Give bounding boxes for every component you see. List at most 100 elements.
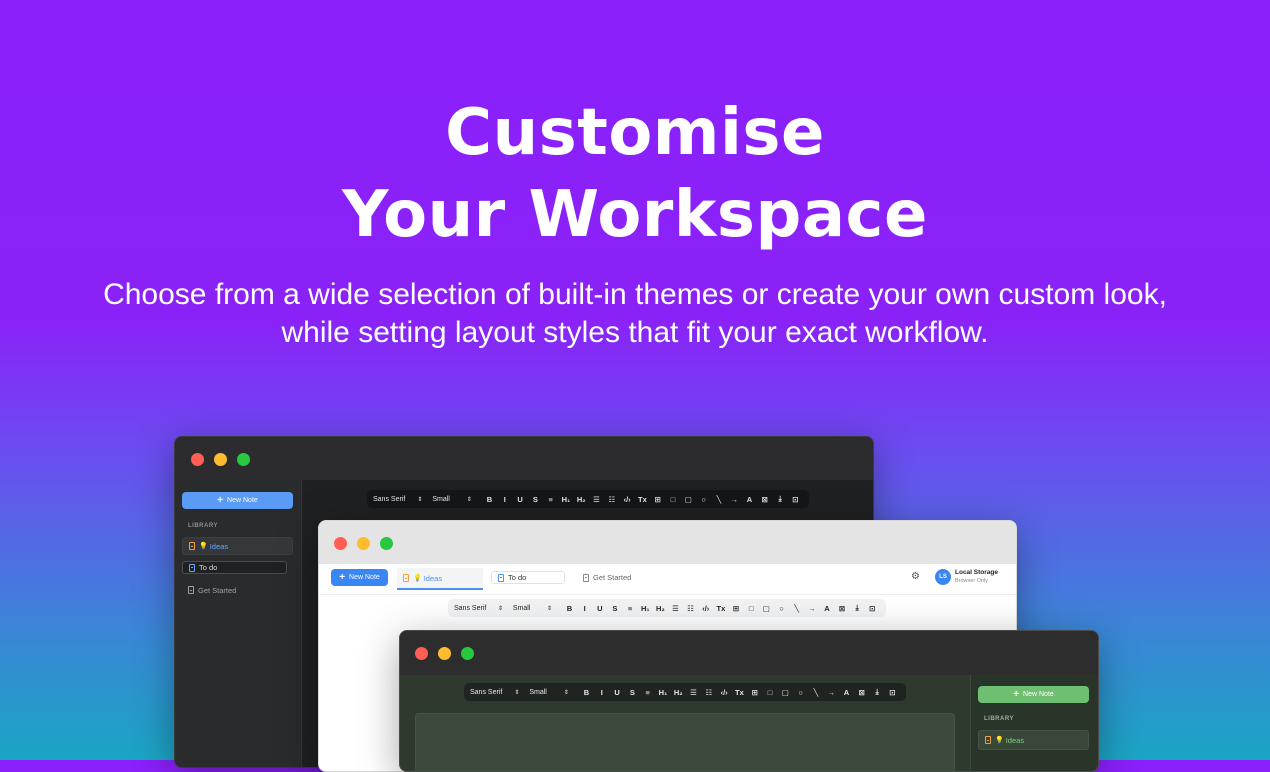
toolbar-tool-icon[interactable]: B — [562, 604, 577, 613]
font-size-select[interactable]: Small ⇕ — [513, 605, 552, 612]
toolbar-tool-icon[interactable]: ⊠ — [834, 604, 849, 613]
toolbar-tool-icon[interactable]: → — [804, 604, 819, 613]
toolbar-tool-icon[interactable]: A — [742, 495, 757, 504]
toolbar-tool-icon[interactable]: ╲ — [711, 495, 726, 504]
tab-get-started[interactable]: Get Started — [577, 571, 657, 584]
tab-label: Get Started — [593, 573, 632, 582]
toolbar-tool-icon[interactable]: □ — [762, 688, 777, 697]
toolbar-tool-icon[interactable]: ⊡ — [885, 688, 900, 697]
toolbar-tool-icon[interactable]: H₂ — [671, 688, 686, 697]
tab-to-do[interactable]: To do — [491, 571, 565, 584]
toolbar-tool-icon[interactable]: → — [824, 688, 839, 697]
toolbar-tool-icon[interactable]: ○ — [793, 688, 808, 697]
toolbar-tool-icon[interactable]: S — [528, 495, 543, 504]
toolbar-tool-icon[interactable]: A — [819, 604, 834, 613]
toolbar-tool-icon[interactable]: ≡ — [543, 495, 558, 504]
green-sidebar-item-ideas[interactable]: 💡 Ideas — [978, 730, 1089, 750]
toolbar-tool-icon[interactable]: ▢ — [759, 604, 774, 613]
toolbar-tool-icon[interactable]: ⤓ — [772, 494, 787, 504]
toolbar-tool-icon[interactable]: ‹/› — [698, 604, 713, 613]
file-icon — [188, 586, 194, 594]
toolbar-tool-icon[interactable]: ⊞ — [650, 495, 665, 504]
plus-icon: + — [1013, 689, 1020, 700]
settings-gear-icon[interactable]: ⚙ — [911, 571, 920, 582]
toolbar-tool-icon[interactable]: ⊡ — [788, 495, 803, 504]
toolbar-tool-icon[interactable]: B — [579, 688, 594, 697]
maximize-window-button[interactable] — [237, 453, 250, 466]
toolbar-tool-icon[interactable]: ‹/› — [716, 688, 731, 697]
file-icon — [403, 574, 409, 582]
dark-sidebar-item-to-do[interactable]: To do — [182, 561, 287, 574]
close-window-button[interactable] — [334, 537, 347, 550]
font-size-select[interactable]: Small ⇕ — [529, 689, 568, 696]
tab-ideas[interactable]: 💡 Ideas — [397, 568, 483, 590]
toolbar-tool-icon[interactable]: ⊞ — [728, 604, 743, 613]
toolbar-tool-icon[interactable]: ☰ — [686, 688, 701, 697]
font-family-select[interactable]: Sans Serif ⇕ — [454, 605, 503, 612]
tab-label: Ideas — [423, 573, 443, 583]
toolbar-tool-icon[interactable]: ☷ — [604, 495, 619, 504]
toolbar-tool-icon[interactable]: ⤓ — [869, 687, 884, 697]
light-new-note-button[interactable]: + New Note — [331, 569, 388, 586]
font-family-select[interactable]: Sans Serif ⇕ — [470, 689, 519, 696]
toolbar-tool-icon[interactable]: ⤓ — [850, 603, 865, 613]
toolbar-tool-icon[interactable]: ○ — [774, 604, 789, 613]
toolbar-tool-icon[interactable]: ☰ — [668, 604, 683, 613]
toolbar-tool-icon[interactable]: ⊡ — [865, 604, 880, 613]
storage-subtitle: Browser Only — [955, 578, 989, 584]
toolbar-tool-icon[interactable]: I — [497, 495, 512, 504]
avatar[interactable]: LS — [935, 569, 951, 585]
toolbar-tool-icon[interactable]: ‹/› — [619, 495, 634, 504]
toolbar-tool-icon[interactable]: ☷ — [683, 604, 698, 613]
toolbar-tool-icon[interactable]: ⊠ — [854, 688, 869, 697]
toolbar-tool-icon[interactable]: H₂ — [653, 604, 668, 613]
toolbar-tool-icon[interactable]: ○ — [696, 495, 711, 504]
toolbar-tool-icon[interactable]: □ — [665, 495, 680, 504]
dark-new-note-button[interactable]: + New Note — [182, 492, 293, 509]
toolbar-tool-icon[interactable]: ▢ — [681, 495, 696, 504]
toolbar-tool-icon[interactable]: U — [592, 604, 607, 613]
toolbar-tool-icon[interactable]: Tx — [713, 604, 728, 613]
toolbar-tool-icon[interactable]: Tx — [635, 495, 650, 504]
hero-title-line-2: Your Workspace — [342, 178, 928, 252]
toolbar-tool-icon[interactable]: ☰ — [589, 495, 604, 504]
toolbar-tool-icon[interactable]: Tx — [732, 688, 747, 697]
dark-sidebar-item-get-started[interactable]: Get Started — [182, 583, 293, 597]
minimize-window-button[interactable] — [214, 453, 227, 466]
font-family-select[interactable]: Sans Serif ⇕ — [373, 496, 422, 503]
green-new-note-button[interactable]: + New Note — [978, 686, 1089, 703]
minimize-window-button[interactable] — [438, 647, 451, 660]
dark-sidebar-item-ideas[interactable]: 💡 Ideas — [182, 537, 293, 555]
toolbar-tool-icon[interactable]: ⊠ — [757, 495, 772, 504]
minimize-window-button[interactable] — [357, 537, 370, 550]
toolbar-tool-icon[interactable]: B — [482, 495, 497, 504]
toolbar-tool-icon[interactable]: ╲ — [789, 604, 804, 613]
toolbar-tool-icon[interactable]: ≡ — [623, 604, 638, 613]
toolbar-tool-icon[interactable]: H₁ — [638, 604, 653, 613]
close-window-button[interactable] — [415, 647, 428, 660]
green-editor-area[interactable] — [415, 713, 955, 771]
toolbar-tool-icon[interactable]: A — [839, 688, 854, 697]
toolbar-tool-icon[interactable]: ≡ — [640, 688, 655, 697]
maximize-window-button[interactable] — [461, 647, 474, 660]
toolbar-tool-icon[interactable]: ⊞ — [747, 688, 762, 697]
close-window-button[interactable] — [191, 453, 204, 466]
toolbar-tool-icon[interactable]: U — [609, 688, 624, 697]
toolbar-tool-icon[interactable]: S — [607, 604, 622, 613]
toolbar-tool-icon[interactable]: ☷ — [701, 688, 716, 697]
toolbar-tool-icon[interactable]: H₂ — [574, 495, 589, 504]
maximize-window-button[interactable] — [380, 537, 393, 550]
toolbar-tool-icon[interactable]: → — [727, 495, 742, 504]
toolbar-tool-icon[interactable]: H₁ — [558, 495, 573, 504]
toolbar-tool-icon[interactable]: S — [625, 688, 640, 697]
file-icon — [583, 573, 589, 582]
toolbar-tool-icon[interactable]: I — [577, 604, 592, 613]
toolbar-tool-icon[interactable]: □ — [744, 604, 759, 613]
font-size-select[interactable]: Small ⇕ — [432, 496, 471, 503]
light-window-titlebar — [319, 521, 1016, 564]
toolbar-tool-icon[interactable]: I — [594, 688, 609, 697]
toolbar-tool-icon[interactable]: ╲ — [808, 688, 823, 697]
toolbar-tool-icon[interactable]: H₁ — [655, 688, 670, 697]
toolbar-tool-icon[interactable]: ▢ — [778, 688, 793, 697]
toolbar-tool-icon[interactable]: U — [512, 495, 527, 504]
